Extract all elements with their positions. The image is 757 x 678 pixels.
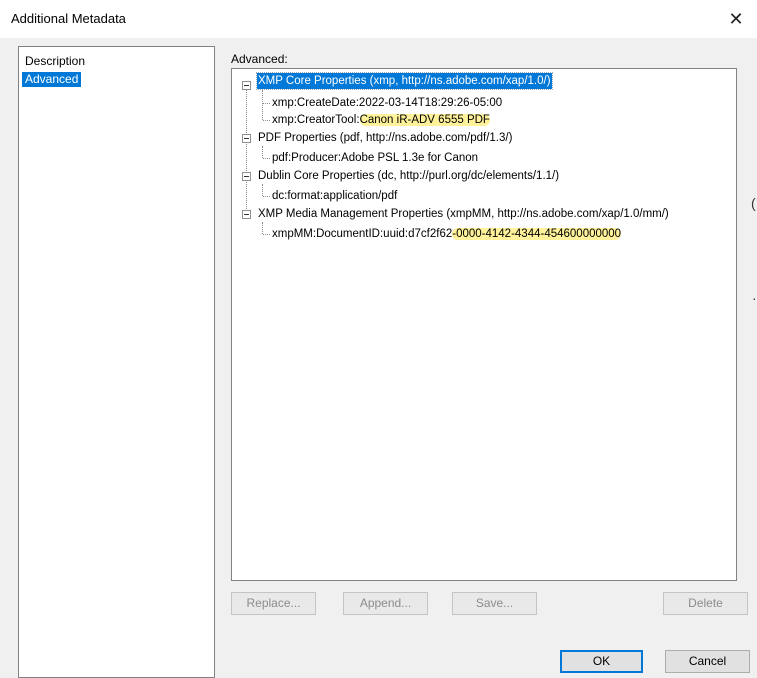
tree-branch-line xyxy=(263,234,270,235)
collapse-icon[interactable] xyxy=(242,134,251,143)
category-advanced[interactable]: Advanced xyxy=(22,72,82,87)
metadata-tree[interactable]: XMP Core Properties (xmp, http://ns.adob… xyxy=(231,68,737,581)
cancel-button[interactable]: Cancel xyxy=(665,650,750,673)
delete-button[interactable]: Delete xyxy=(663,592,748,615)
collapse-icon[interactable] xyxy=(242,210,251,219)
tree-leaf-create-date[interactable]: xmp:CreateDate:2022-03-14T18:29:26-05:00 xyxy=(271,95,503,111)
append-button[interactable]: Append... xyxy=(343,592,428,615)
save-button[interactable]: Save... xyxy=(452,592,537,615)
tree-node-dublin-core[interactable]: Dublin Core Properties (dc, http://purl.… xyxy=(257,168,560,184)
tree-leaf-producer[interactable]: pdf:Producer:Adobe PSL 1.3e for Canon xyxy=(271,150,479,166)
tree-node-xmp-mm[interactable]: XMP Media Management Properties (xmpMM, … xyxy=(257,206,670,222)
tree-branch-line xyxy=(263,103,270,104)
tree-leaf-document-id[interactable]: xmpMM:DocumentID:uuid:d7cf2f62-0000-4142… xyxy=(271,226,622,242)
replace-button[interactable]: Replace... xyxy=(231,592,316,615)
tree-branch-line xyxy=(262,146,263,158)
advanced-label: Advanced: xyxy=(231,52,288,66)
tree-branch-line xyxy=(262,222,263,234)
title-bar: Additional Metadata ✕ xyxy=(0,0,757,38)
tree-branch-line xyxy=(262,184,263,196)
document-id-key: xmpMM:DocumentID:uuid:d7cf2f62 xyxy=(272,228,453,240)
creator-tool-value: Canon iR-ADV 6555 PDF xyxy=(359,114,490,126)
close-button[interactable]: ✕ xyxy=(718,4,754,34)
creator-tool-key: xmp:CreatorTool: xyxy=(272,114,360,126)
collapse-icon[interactable] xyxy=(242,81,251,90)
background-fragment: · xyxy=(752,290,757,306)
tree-branch-line xyxy=(263,120,270,121)
tree-branch-line xyxy=(263,158,270,159)
tree-root-line xyxy=(246,89,247,219)
ok-button[interactable]: OK xyxy=(560,650,643,673)
tree-leaf-format[interactable]: dc:format:application/pdf xyxy=(271,188,398,204)
tree-node-pdf[interactable]: PDF Properties (pdf, http://ns.adobe.com… xyxy=(257,130,513,146)
tree-branch-line xyxy=(263,196,270,197)
close-icon: ✕ xyxy=(728,8,744,29)
category-list: Description Advanced xyxy=(18,46,215,678)
tree-node-xmp-core[interactable]: XMP Core Properties (xmp, http://ns.adob… xyxy=(256,72,553,90)
window-title: Additional Metadata xyxy=(11,11,126,26)
tree-branch-line xyxy=(262,90,263,120)
document-id-value: -0000-4142-4344-454600000000 xyxy=(452,228,622,240)
tree-leaf-creator-tool[interactable]: xmp:CreatorTool:Canon iR-ADV 6555 PDF xyxy=(271,112,491,128)
collapse-icon[interactable] xyxy=(242,172,251,181)
category-description[interactable]: Description xyxy=(22,54,88,69)
background-fragment: ( xyxy=(751,195,756,211)
